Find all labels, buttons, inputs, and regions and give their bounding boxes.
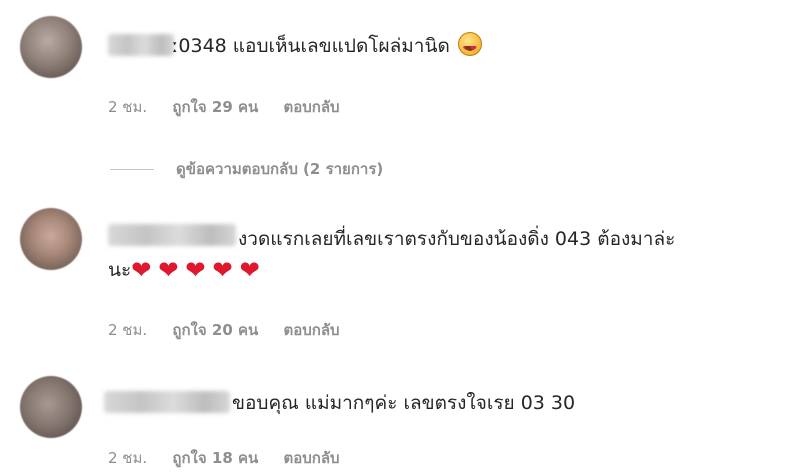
heart-eyes-icon	[457, 32, 482, 62]
comment-meta: 2 ชม. ถูกใจ 18 คน ตอบกลับ	[108, 446, 360, 470]
likes-count[interactable]: ถูกใจ 29 คน	[172, 98, 258, 116]
reply-button[interactable]: ตอบกลับ	[284, 98, 340, 116]
heart-icon: ❤	[185, 256, 206, 284]
replies-divider	[110, 169, 154, 170]
comment-time[interactable]: 2 ชม.	[108, 321, 147, 339]
comment-time[interactable]: 2 ชม.	[108, 98, 147, 116]
comment-text-line2: นะ❤ ❤ ❤ ❤ ❤	[108, 257, 267, 283]
comment-text-line1: งวดแรกเลยที่เลขเราตรงกับของน้องดิ่ง 043 …	[238, 228, 676, 250]
hearts-emoji-row: ❤ ❤ ❤ ❤ ❤	[131, 256, 267, 284]
comment-text-body: ː0348 แอบเห็นเลขแปดโผล่มานิด	[172, 35, 450, 57]
comment-time[interactable]: 2 ชม.	[108, 449, 147, 467]
reply-button[interactable]: ตอบกลับ	[284, 321, 340, 339]
heart-icon: ❤	[131, 256, 152, 284]
avatar[interactable]	[20, 376, 82, 438]
heart-icon: ❤	[239, 256, 260, 284]
view-replies-label: ดูข้อความตอบกลับ (2 รายการ)	[176, 160, 384, 178]
avatar[interactable]	[20, 208, 82, 270]
likes-count[interactable]: ถูกใจ 18 คน	[172, 449, 258, 467]
reply-button[interactable]: ตอบกลับ	[284, 449, 340, 467]
username-blurred[interactable]	[104, 391, 230, 413]
comment-meta: 2 ชม. ถูกใจ 20 คน ตอบกลับ	[108, 318, 360, 342]
username-blurred[interactable]	[108, 224, 236, 246]
avatar[interactable]	[20, 16, 82, 78]
comment-text: ขอบคุณ แม่มากๆค่ะ เลขตรงใจเรย 03 30	[232, 392, 576, 414]
comment-text-body: นะ	[108, 259, 132, 281]
likes-count[interactable]: ถูกใจ 20 คน	[172, 321, 258, 339]
view-replies-button[interactable]: ดูข้อความตอบกลับ (2 รายการ)	[110, 157, 384, 178]
heart-icon: ❤	[212, 256, 233, 284]
comment-meta: 2 ชม. ถูกใจ 29 คน ตอบกลับ	[108, 95, 360, 119]
comment-text: ː0348 แอบเห็นเลขแปดโผล่มานิด	[172, 32, 482, 62]
heart-icon: ❤	[158, 256, 179, 284]
username-blurred[interactable]	[108, 34, 174, 56]
